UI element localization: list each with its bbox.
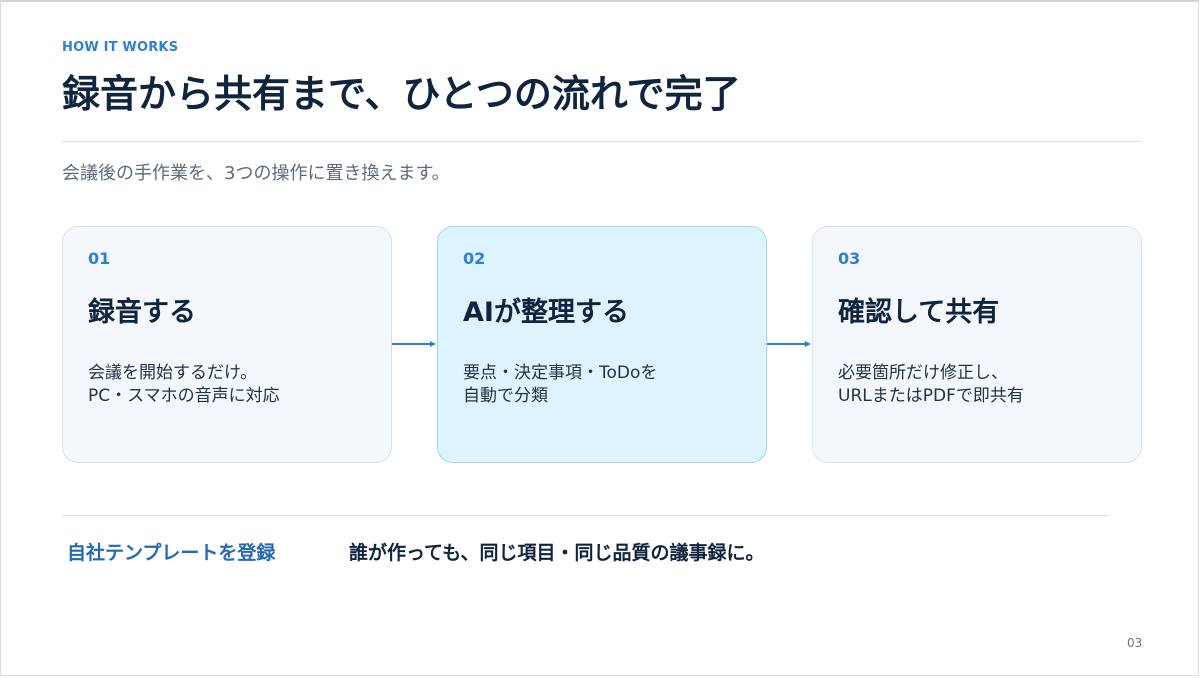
step-description: 必要箇所だけ修正し、 URLまたはPDFで即共有	[838, 362, 1024, 408]
step-title: 確認して共有	[838, 297, 1000, 328]
step-card-ai-organize: 02 AIが整理する 要点・決定事項・ToDoを 自動で分類	[437, 226, 767, 463]
slide: HOW IT WORKS 録音から共有まで、ひとつの流れで完了 会議後の手作業を…	[0, 0, 1199, 676]
slide-title: 録音から共有まで、ひとつの流れで完了	[62, 72, 741, 116]
template-feature-label: 自社テンプレートを登録	[67, 542, 276, 564]
step-number: 03	[838, 249, 861, 268]
step-number: 01	[88, 249, 111, 268]
step-number: 02	[463, 249, 486, 268]
page-number: 03	[1127, 636, 1143, 650]
step-card-review-share: 03 確認して共有 必要箇所だけ修正し、 URLまたはPDFで即共有	[812, 226, 1142, 463]
step-description-line: 会議を開始するだけ。	[88, 363, 258, 383]
arrow-right-icon	[767, 341, 811, 347]
step-description: 要点・決定事項・ToDoを 自動で分類	[463, 362, 657, 408]
arrow-right-icon	[392, 341, 436, 347]
step-card-record: 01 録音する 会議を開始するだけ。 PC・スマホの音声に対応	[62, 226, 392, 463]
step-description-line: URLまたはPDFで即共有	[838, 386, 1024, 406]
top-divider	[62, 141, 1142, 142]
step-description-line: 自動で分類	[463, 386, 548, 406]
step-title: AIが整理する	[463, 297, 629, 328]
step-description-line: 必要箇所だけ修正し、	[838, 363, 1008, 383]
step-title: 録音する	[88, 297, 196, 328]
step-description-line: 要点・決定事項・ToDoを	[463, 363, 658, 383]
step-description-line: PC・スマホの音声に対応	[88, 386, 280, 406]
step-description: 会議を開始するだけ。 PC・スマホの音声に対応	[88, 362, 280, 408]
slide-subtitle: 会議後の手作業を、3つの操作に置き換えます。	[62, 163, 450, 184]
template-feature-message: 誰が作っても、同じ項目・同じ品質の議事録に。	[349, 542, 765, 564]
bottom-divider	[62, 515, 1109, 516]
eyebrow-label: HOW IT WORKS	[62, 40, 179, 55]
